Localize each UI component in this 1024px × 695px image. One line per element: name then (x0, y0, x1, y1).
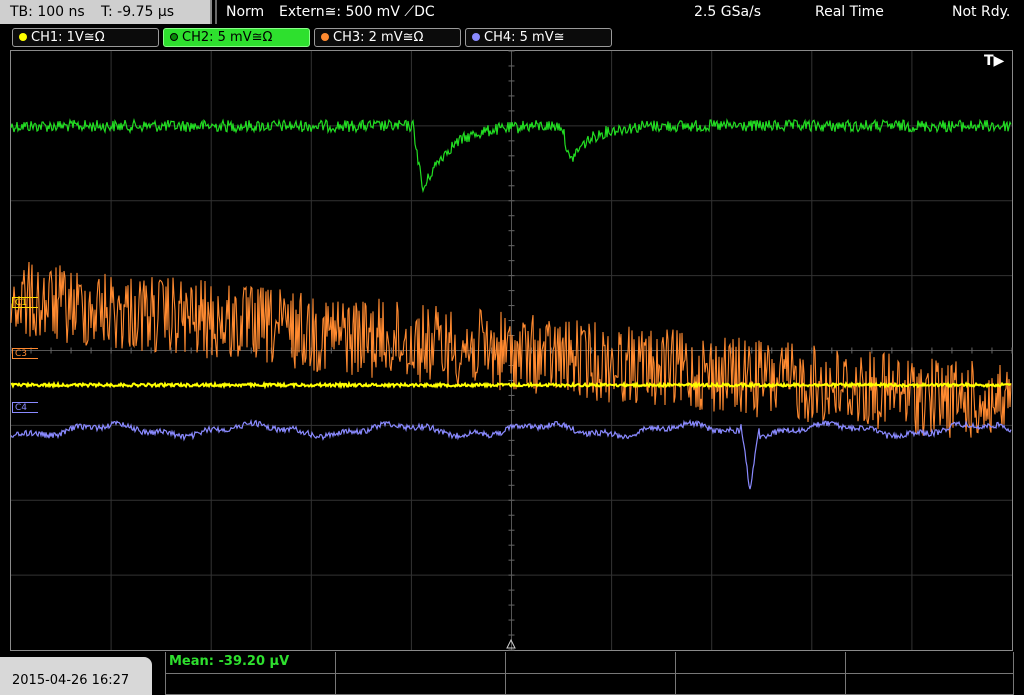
measurement-cell[interactable] (506, 652, 676, 674)
measurement-grid (165, 652, 1014, 695)
channel-4-offset-marker[interactable]: C4 (12, 402, 38, 413)
channel-3-offset-marker[interactable]: C3 (12, 348, 38, 359)
measurement-cell[interactable] (676, 674, 846, 695)
waveform-grid (10, 50, 1013, 651)
measurement-cell[interactable] (846, 652, 1014, 674)
measurement-cell[interactable] (846, 674, 1014, 695)
datetime-box: 2015-04-26 16:27 (0, 657, 152, 695)
mean-measurement-label: Mean: -39.20 µV (169, 654, 290, 669)
channel-1-offset-marker[interactable]: C1 (12, 297, 38, 308)
channel-1-trace (10, 380, 1012, 390)
channel-1-marker-label: C1 (15, 298, 28, 308)
trigger-indicator-icon: T▶ (984, 53, 1005, 69)
measurement-cell[interactable] (506, 674, 676, 695)
measurement-cell[interactable] (336, 674, 506, 695)
channel-3-marker-label: C3 (15, 349, 28, 359)
measurement-cell[interactable] (676, 652, 846, 674)
measurement-cell[interactable] (336, 652, 506, 674)
measurement-cell[interactable] (166, 674, 336, 695)
datetime-label: 2015-04-26 16:27 (12, 673, 130, 688)
channel-4-marker-label: C4 (15, 403, 28, 413)
